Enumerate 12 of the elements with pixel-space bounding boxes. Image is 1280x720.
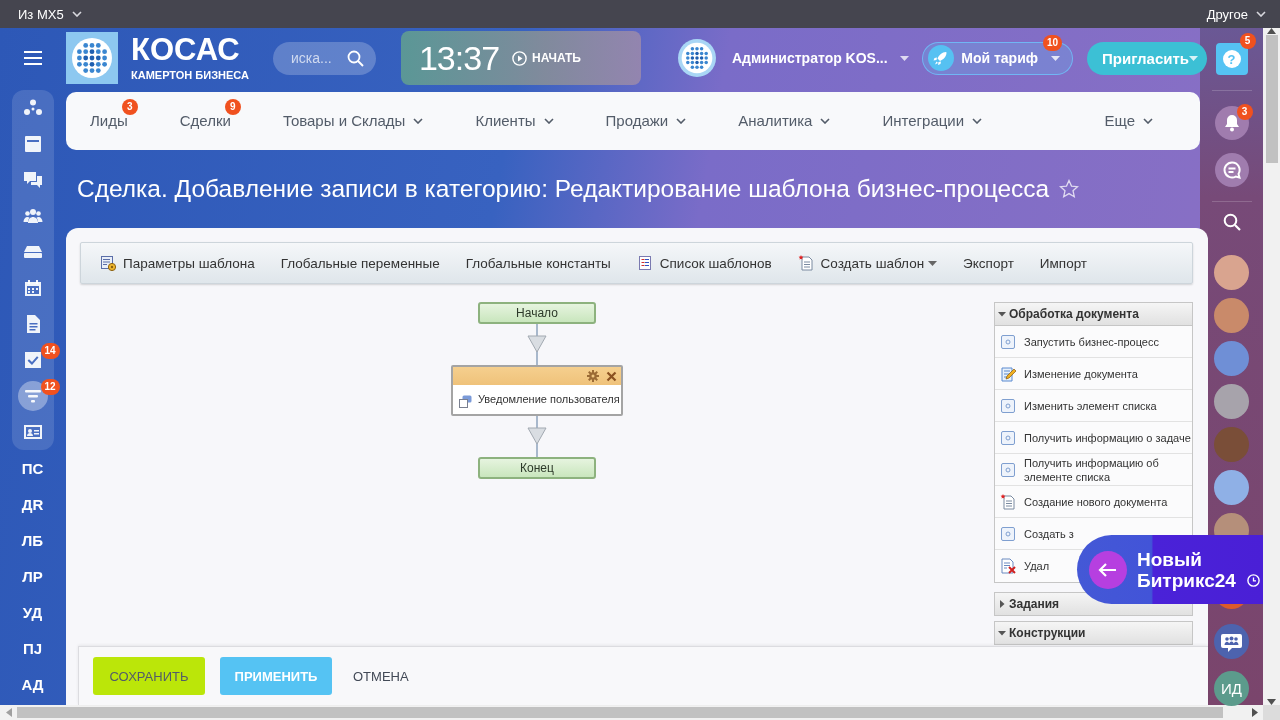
count-badge: 3 <box>121 99 138 115</box>
count-badge: 5 <box>1239 33 1256 49</box>
count-badge: 14 <box>40 343 60 359</box>
count-badge: 9 <box>224 99 241 115</box>
activity-title: Уведомление пользователя <box>478 392 620 405</box>
page-title: Сделка. Добавление записи в категорию: Редактирование шаблона бизнес-процесса <box>77 175 1050 203</box>
count-badge: 12 <box>40 379 60 395</box>
count-badge: 10 <box>1042 34 1062 51</box>
banner-title: Новый Битрикс24 <box>1137 548 1237 591</box>
brand-tagline: КАМЕРТОН БИЗНЕСА <box>131 69 249 81</box>
clock-time: 13:37 <box>418 38 500 78</box>
brand-name: КОСАС <box>131 35 241 65</box>
